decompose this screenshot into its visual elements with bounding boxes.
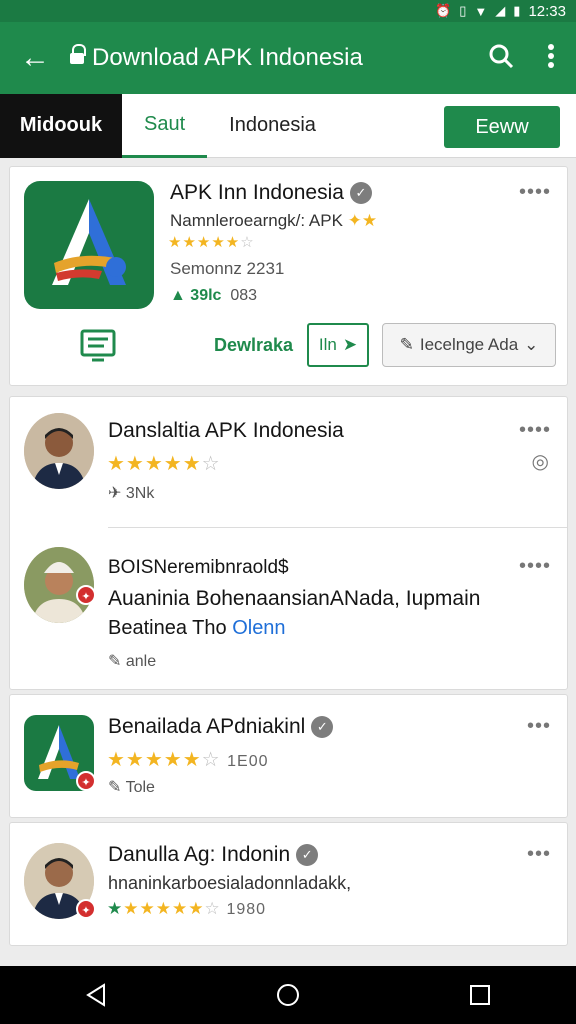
list-item-rating: ★★★★★☆: [107, 453, 221, 475]
flag-badge-icon: ✦: [76, 899, 96, 919]
chevron-down-icon: ⌄: [524, 335, 539, 354]
vibrate-icon: ▯: [459, 3, 467, 18]
verified-icon: ✓: [296, 844, 319, 867]
list-item-description: Auaninia BohenaansianANada, Iupmain: [108, 587, 481, 610]
back-nav-icon[interactable]: [66, 975, 126, 1015]
pin-icon: ✎: [108, 779, 122, 796]
list-item-link[interactable]: Olenn: [232, 617, 285, 639]
list-item-meta: ✎ anle: [108, 653, 157, 670]
featured-developer: Namnleroearngk/: APK ✦★: [170, 211, 378, 230]
status-time: 12:33: [528, 2, 566, 20]
tab-dark[interactable]: Midoouk: [0, 93, 122, 158]
verified-icon: ✓: [349, 182, 372, 205]
system-nav-bar: [0, 966, 576, 1024]
list-item-rating: ★★★★★☆ 1E00: [107, 749, 269, 771]
star-icon: ✦★: [342, 211, 378, 230]
list-item-title[interactable]: Danulla Ag: Indonin ✓: [108, 843, 319, 867]
more-options-icon[interactable]: •••: [527, 715, 551, 738]
tab-indonesia[interactable]: Indonesia: [207, 94, 338, 158]
featured-stats: ▲ 39lc 083: [170, 287, 258, 304]
more-options-icon[interactable]: •••: [527, 843, 551, 866]
more-options-icon[interactable]: ••••: [519, 555, 551, 578]
flag-badge-icon: ✦: [76, 771, 96, 791]
app-toolbar: ← Download APK Indonesia: [0, 22, 576, 94]
tab-saut[interactable]: Saut: [122, 94, 208, 158]
tab-action-button[interactable]: Eeww: [444, 106, 560, 148]
send-icon: ➤: [342, 335, 358, 354]
lock-icon: [70, 44, 86, 66]
divider: [108, 527, 567, 528]
pin-icon: ✎: [108, 653, 122, 670]
list-item-title[interactable]: Benailada APdniakinl ✓: [108, 715, 334, 739]
battery-icon: ▮: [513, 3, 521, 18]
tab-bar: Midoouk Saut Indonesia Eeww: [0, 93, 576, 158]
featured-subtitle: Semonnz 2231: [170, 259, 285, 278]
install-button[interactable]: Iln ➤: [307, 323, 369, 367]
back-arrow-icon[interactable]: ←: [0, 22, 70, 94]
verified-icon: ✓: [311, 716, 334, 739]
search-icon[interactable]: [476, 43, 526, 74]
rate-icon[interactable]: ◎: [532, 449, 549, 474]
more-options-icon[interactable]: ••••: [519, 181, 551, 204]
thumbs-up-icon: ▲: [170, 287, 186, 304]
page-title: Download APK Indonesia: [92, 44, 363, 71]
more-options-icon[interactable]: ••••: [519, 419, 551, 442]
list-item-rating: ★★★★★★☆ 1980: [107, 899, 267, 918]
avatar: [24, 413, 94, 489]
flag-badge-icon: ✦: [76, 585, 96, 605]
more-vert-icon[interactable]: [526, 43, 576, 74]
app-list-card: Danslaltia APK Indonesia •••• ◎ ★★★★★☆ ✈…: [9, 396, 568, 690]
home-nav-icon[interactable]: [258, 975, 318, 1015]
list-item-meta: ✎ Tole: [108, 779, 155, 796]
document-icon[interactable]: [80, 329, 116, 368]
list-item-description: hnaninkarboesialadonnladakk,: [108, 873, 352, 893]
featured-rating: ★★★★★☆: [168, 234, 255, 251]
recents-nav-icon[interactable]: [450, 975, 510, 1015]
signal-icon: ◢: [495, 3, 506, 18]
list-item-description-2: Beatinea Tho Olenn: [108, 617, 286, 639]
download-link[interactable]: Dewlraka: [214, 335, 293, 356]
featured-app-name: APK Inn Indonesia ✓: [170, 181, 372, 205]
list-item-title[interactable]: Danslaltia APK Indonesia: [108, 419, 344, 443]
app-list-card: ✦ Benailada APdniakinl ✓ ••• ★★★★★☆ 1E00 …: [9, 694, 568, 818]
alarm-icon: ⏰: [435, 3, 452, 18]
status-bar: ⏰ ▯ ▼ ◢ ▮ 12:33: [0, 0, 576, 22]
list-item-title[interactable]: BOISNeremibnraold$: [108, 557, 289, 579]
pencil-icon: ✎: [399, 335, 414, 354]
app-logo-icon: [24, 181, 154, 309]
featured-app-card[interactable]: APK Inn Indonesia ✓ •••• Namnleroearngk/:…: [9, 166, 568, 386]
list-item-meta: ✈ 3Nk: [108, 485, 155, 502]
language-dropdown[interactable]: ✎ Iecelnge Ada ⌄: [382, 323, 556, 367]
app-list-card: ✦ Danulla Ag: Indonin ✓ ••• hnaninkarboes…: [9, 822, 568, 946]
wifi-icon: ▼: [474, 3, 488, 19]
pin-icon: ✈: [108, 485, 122, 502]
